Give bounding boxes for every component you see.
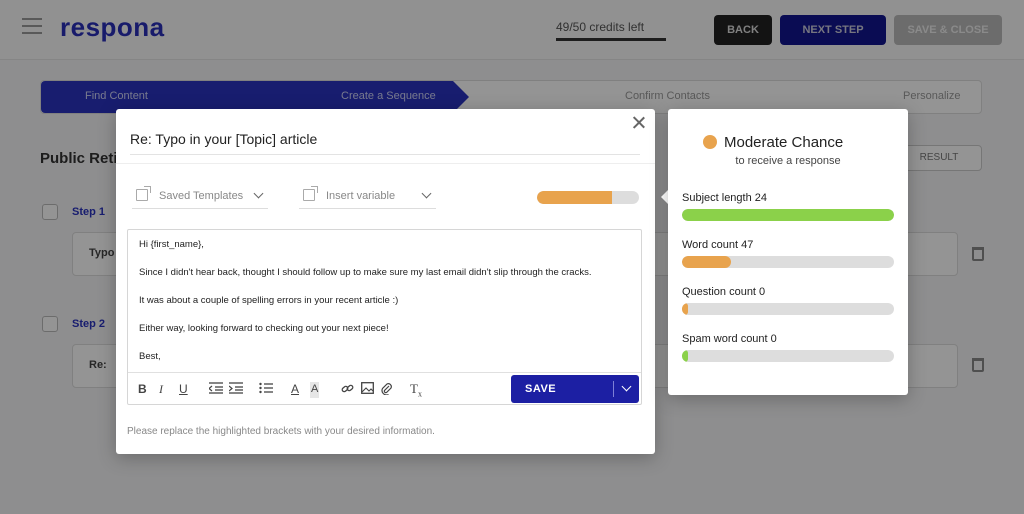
close-icon[interactable]: [631, 115, 647, 131]
insert-variable-dropdown[interactable]: Insert variable: [299, 186, 436, 209]
chance-subtitle: to receive a response: [735, 155, 841, 167]
body-line: Either way, looking forward to checking …: [139, 323, 389, 334]
response-chance-panel: Moderate Chance to receive a response Su…: [668, 109, 908, 395]
text-color-icon[interactable]: A: [291, 382, 299, 398]
body-line: Since I didn't hear back, thought I shou…: [139, 267, 592, 278]
save-label: SAVE: [525, 383, 557, 395]
image-icon[interactable]: [361, 382, 374, 394]
external-link-icon: [136, 186, 151, 201]
link-icon[interactable]: [341, 382, 354, 395]
chevron-down-icon[interactable]: [621, 381, 632, 392]
highlight-color-icon[interactable]: A: [310, 382, 320, 398]
clear-format-icon[interactable]: Tx: [410, 382, 422, 399]
underline-icon[interactable]: U: [179, 382, 188, 398]
body-line: Hi {first_name},: [139, 239, 204, 250]
metric-fill: [682, 350, 689, 362]
bold-icon[interactable]: B: [138, 382, 147, 398]
metric-bar: [682, 350, 894, 362]
response-score-fill: [537, 191, 613, 204]
panel-pointer: [661, 190, 668, 204]
saved-templates-label: Saved Templates: [159, 190, 244, 202]
metric-fill: [682, 256, 731, 268]
save-divider: [613, 381, 614, 397]
metric-subject-length: Subject length 24: [682, 192, 768, 204]
metric-fill: [682, 303, 689, 315]
save-button[interactable]: SAVE: [511, 375, 639, 403]
chance-title: Moderate Chance: [724, 134, 844, 151]
chevron-down-icon: [253, 188, 264, 199]
indent-icon[interactable]: [229, 382, 243, 394]
body-line: It was about a couple of spelling errors…: [139, 295, 399, 306]
email-editor: Hi {first_name}, Since I didn't hear bac…: [127, 229, 642, 405]
subject-input[interactable]: Re: Typo in your [Topic] article: [130, 131, 640, 155]
chevron-down-icon: [421, 188, 432, 199]
divider: [116, 163, 655, 164]
email-body[interactable]: Hi {first_name}, Since I didn't hear bac…: [128, 230, 641, 372]
attachment-icon[interactable]: [380, 382, 392, 395]
metric-spam-word-count: Spam word count 0: [682, 333, 777, 345]
metric-word-count: Word count 47: [682, 239, 754, 251]
external-link-icon: [303, 186, 318, 201]
email-editor-modal: Re: Typo in your [Topic] article Saved T…: [116, 109, 655, 454]
response-score-bar: [537, 191, 639, 204]
chance-status-dot: [703, 135, 717, 149]
format-toolbar: B I U A A Tx SAVE: [128, 372, 641, 404]
italic-icon[interactable]: I: [159, 382, 163, 398]
helper-note: Please replace the highlighted brackets …: [127, 426, 435, 437]
metric-question-count: Question count 0: [682, 286, 766, 298]
metric-fill: [682, 209, 894, 221]
metric-bar: [682, 256, 894, 268]
body-line: Best,: [139, 351, 161, 362]
bullet-list-icon[interactable]: [259, 382, 273, 394]
insert-variable-label: Insert variable: [326, 190, 396, 202]
metric-bar: [682, 303, 894, 315]
metric-bar: [682, 209, 894, 221]
outdent-icon[interactable]: [209, 382, 223, 394]
saved-templates-dropdown[interactable]: Saved Templates: [132, 186, 268, 209]
